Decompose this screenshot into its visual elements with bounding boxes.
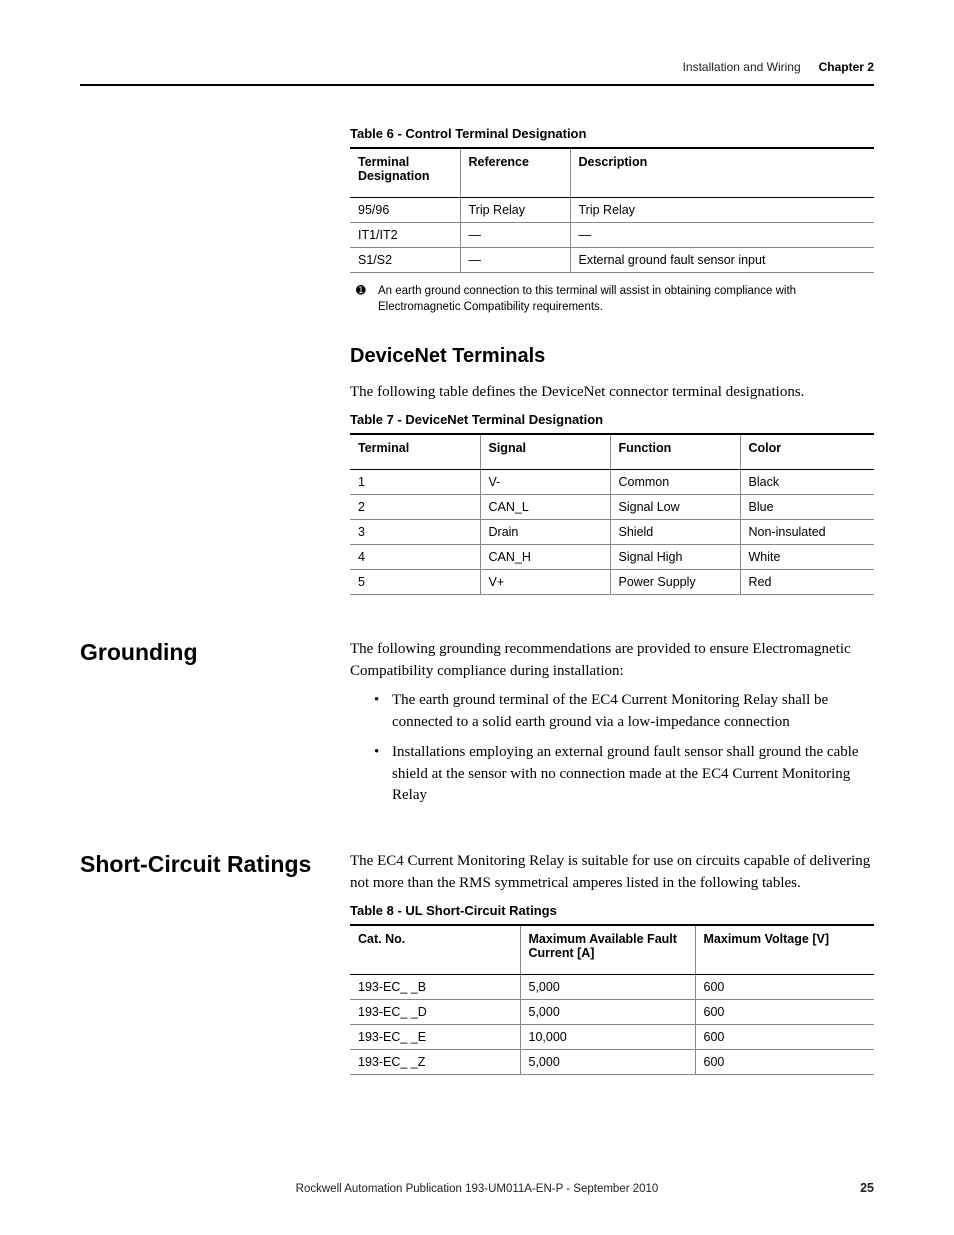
grounding-bullets: The earth ground terminal of the EC4 Cur…: [374, 690, 874, 807]
table7-caption: Table 7 - DeviceNet Terminal Designation: [350, 412, 874, 427]
page-number: 25: [860, 1181, 874, 1195]
table7-h0: Terminal: [350, 434, 480, 470]
table-row: 5V+Power SupplyRed: [350, 569, 874, 594]
table-row: 95/96Trip RelayTrip Relay: [350, 198, 874, 223]
table-row: 2CAN_LSignal LowBlue: [350, 494, 874, 519]
table-row: 193-EC_ _E10,000600: [350, 1024, 874, 1049]
table-row: S1/S2—External ground fault sensor input: [350, 248, 874, 273]
list-item: The earth ground terminal of the EC4 Cur…: [374, 690, 874, 734]
table7-h2: Function: [610, 434, 740, 470]
table6-h0: Terminal Designation: [350, 148, 460, 198]
footnote-marker: ➊: [356, 283, 378, 315]
footer-text: Rockwell Automation Publication 193-UM01…: [296, 1183, 659, 1195]
devicenet-heading: DeviceNet Terminals: [350, 345, 874, 368]
table-row: 193-EC_ _B5,000600: [350, 974, 874, 999]
page-header: Installation and Wiring Chapter 2: [80, 60, 874, 74]
short-circuit-intro: The EC4 Current Monitoring Relay is suit…: [350, 851, 874, 895]
short-circuit-heading: Short-Circuit Ratings: [80, 851, 330, 878]
devicenet-intro: The following table defines the DeviceNe…: [350, 382, 874, 404]
table7-h3: Color: [740, 434, 874, 470]
table-row: 3DrainShieldNon-insulated: [350, 519, 874, 544]
footnote-text: An earth ground connection to this termi…: [378, 283, 874, 315]
footnote-1: ➊ An earth ground connection to this ter…: [356, 283, 874, 315]
table-row: 1V-CommonBlack: [350, 469, 874, 494]
page-footer: Rockwell Automation Publication 193-UM01…: [80, 1183, 874, 1195]
list-item: Installations employing an external grou…: [374, 742, 874, 807]
table6-caption: Table 6 - Control Terminal Designation: [350, 126, 874, 141]
table-row: 193-EC_ _Z5,000600: [350, 1049, 874, 1074]
table7-h1: Signal: [480, 434, 610, 470]
table-row: IT1/IT2——: [350, 223, 874, 248]
grounding-heading: Grounding: [80, 639, 330, 666]
table6: Terminal Designation Reference Descripti…: [350, 147, 874, 273]
header-chapter: Chapter 2: [819, 60, 874, 74]
grounding-intro: The following grounding recommendations …: [350, 639, 874, 683]
table6-h1: Reference: [460, 148, 570, 198]
table8-h2: Maximum Voltage [V]: [695, 925, 874, 975]
table8-caption: Table 8 - UL Short-Circuit Ratings: [350, 903, 874, 918]
grounding-section: Grounding The following grounding recomm…: [350, 639, 874, 807]
table-row: 4CAN_HSignal HighWhite: [350, 544, 874, 569]
table8-h0: Cat. No.: [350, 925, 520, 975]
short-circuit-section: Short-Circuit Ratings The EC4 Current Mo…: [350, 851, 874, 1075]
table8: Cat. No. Maximum Available Fault Current…: [350, 924, 874, 1075]
header-section: Installation and Wiring: [683, 60, 801, 74]
table6-h2: Description: [570, 148, 874, 198]
header-rule: [80, 84, 874, 86]
table8-h1: Maximum Available Fault Current [A]: [520, 925, 695, 975]
table7: Terminal Signal Function Color 1V-Common…: [350, 433, 874, 595]
table-row: 193-EC_ _D5,000600: [350, 999, 874, 1024]
